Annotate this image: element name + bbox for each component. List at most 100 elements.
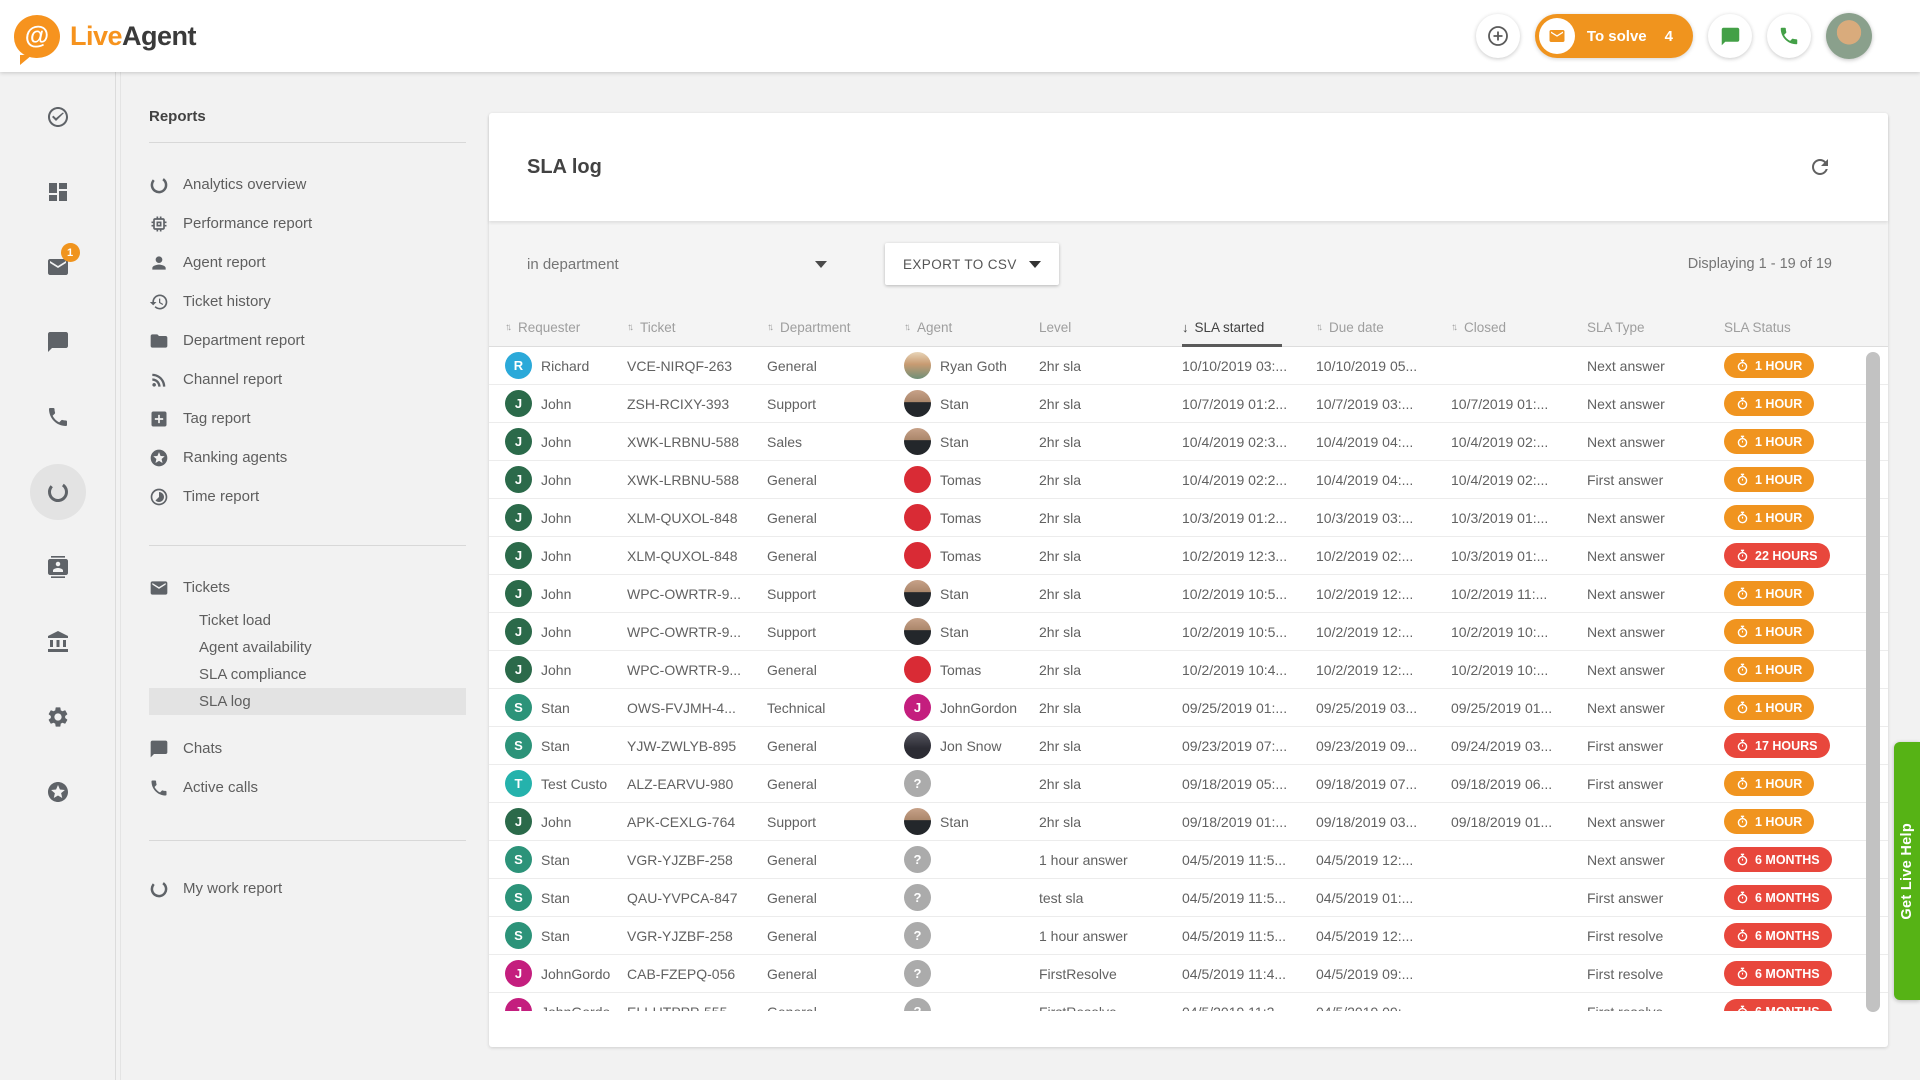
vertical-scrollbar[interactable] [1866,352,1880,1012]
table-row[interactable]: S Stan VGR-YJZBF-258 General ? 1 hour an… [489,917,1888,955]
rail-item-chats[interactable] [30,314,86,370]
sla-type-cell: Next answer [1587,358,1724,374]
sidebar-item-channel-report[interactable]: Channel report [149,360,466,399]
table-row[interactable]: J John WPC-OWRTR-9... Support Stan 2hr s… [489,575,1888,613]
department-cell: General [767,662,904,678]
table-row[interactable]: J JohnGordo ELI-UTPPP-555 General ? Firs… [489,993,1888,1011]
column-header-sla-type[interactable]: SLA Type [1587,307,1724,347]
table-row[interactable]: J John XLM-QUXOL-848 General Tomas 2hr s… [489,499,1888,537]
requester-avatar: J [505,466,532,493]
due-date-cell: 10/4/2019 04:... [1316,472,1451,488]
to-solve-label: To solve [1587,28,1647,45]
sidebar-item-time-report[interactable]: Time report [149,477,466,516]
ticket-id: YJW-ZWLYB-895 [627,738,767,754]
requester-name: John [541,814,571,830]
user-avatar[interactable] [1826,13,1872,59]
agent-name: JohnGordon [940,700,1017,716]
liveagent-logo[interactable]: @ LiveAgent [14,15,196,58]
sidebar-item-active-calls[interactable]: Active calls [149,768,466,807]
sidebar-subitem-agent-availability[interactable]: Agent availability [149,634,466,661]
rail-item-tickets[interactable]: 1 [30,239,86,295]
department-cell: General [767,928,904,944]
table-row[interactable]: J John APK-CEXLG-764 Support Stan 2hr sl… [489,803,1888,841]
rail-item-companies[interactable] [30,614,86,670]
call-button[interactable] [1767,14,1811,58]
sla-status-badge: 1 HOUR [1724,429,1814,454]
column-header-closed[interactable]: ↑↓ Closed [1451,307,1587,347]
sidebar-item-my-work-report[interactable]: My work report [149,869,466,908]
sidebar-subitem-sla-log[interactable]: SLA log [149,688,466,715]
sidebar-item-label: Tickets [183,579,230,596]
due-date-cell: 09/18/2019 03... [1316,814,1451,830]
get-live-help-tab[interactable]: Get Live Help [1894,742,1920,1000]
requester-name: John [541,624,571,640]
sidebar-item-analytics-overview[interactable]: Analytics overview [149,165,466,204]
column-header-label: Ticket [640,320,676,335]
sidebar-item-performance-report[interactable]: Performance report [149,204,466,243]
requester-avatar: J [505,542,532,569]
rail-item-settings[interactable] [30,689,86,745]
rail-item-reports[interactable] [30,464,86,520]
sidebar-subitem-label: SLA log [199,693,251,710]
table-row[interactable]: S Stan OWS-FVJMH-4... Technical J JohnGo… [489,689,1888,727]
table-row[interactable]: J John XWK-LRBNU-588 General Tomas 2hr s… [489,461,1888,499]
sidebar-item-tag-report[interactable]: Tag report [149,399,466,438]
sla-status-badge: 1 HOUR [1724,505,1814,530]
column-header-ticket[interactable]: ↑↓ Ticket [627,307,767,347]
sidebar-item-ticket-history[interactable]: Ticket history [149,282,466,321]
column-header-label: Closed [1464,320,1506,335]
sidebar-item-chats[interactable]: Chats [149,729,466,768]
table-row[interactable]: R Richard VCE-NIRQF-263 General Ryan Got… [489,347,1888,385]
table-row[interactable]: J John WPC-OWRTR-9... General Tomas 2hr … [489,651,1888,689]
agent-avatar [904,808,931,835]
to-solve-count: 4 [1665,28,1673,45]
table-row[interactable]: J John XWK-LRBNU-588 Sales Stan 2hr sla … [489,423,1888,461]
column-header-level[interactable]: Level [1039,307,1182,347]
column-header-due-date[interactable]: ↑↓ Due date [1316,307,1451,347]
department-filter-select[interactable]: in department [527,256,827,273]
table-row[interactable]: J John WPC-OWRTR-9... Support Stan 2hr s… [489,613,1888,651]
rail-item-favorites[interactable] [30,764,86,820]
table-row[interactable]: J John XLM-QUXOL-848 General Tomas 2hr s… [489,537,1888,575]
rail-item-calls[interactable] [30,389,86,445]
column-header-requester[interactable]: ↑↓ Requester [505,307,627,347]
sidebar-item-label: Ranking agents [183,449,287,466]
export-label: EXPORT TO CSV [903,257,1017,272]
table-row[interactable]: S Stan YJW-ZWLYB-895 General Jon Snow 2h… [489,727,1888,765]
sla-started-cell: 04/5/2019 11:4... [1182,966,1316,982]
column-header-sla-started[interactable]: ↓ SLA started [1182,307,1316,347]
table-row[interactable]: T Test Custo ALZ-EARVU-980 General ? 2hr… [489,765,1888,803]
table-row[interactable]: S Stan QAU-YVPCA-847 General ? test sla … [489,879,1888,917]
export-to-csv-button[interactable]: EXPORT TO CSV [885,243,1059,285]
department-cell: Sales [767,434,904,450]
due-date-cell: 10/4/2019 04:... [1316,434,1451,450]
table-row[interactable]: J John ZSH-RCIXY-393 Support Stan 2hr sl… [489,385,1888,423]
rail-item-dashboard[interactable] [30,164,86,220]
sidebar-subitem-ticket-load[interactable]: Ticket load [149,607,466,634]
to-solve-button[interactable]: To solve 4 [1535,14,1693,58]
sidebar-item-label: Active calls [183,779,258,796]
add-button[interactable] [1476,14,1520,58]
sla-status-badge: 17 HOURS [1724,733,1830,758]
sidebar-item-agent-report[interactable]: Agent report [149,243,466,282]
department-cell: Support [767,624,904,640]
chat-button[interactable] [1708,14,1752,58]
sidebar-item-ranking-agents[interactable]: Ranking agents [149,438,466,477]
sidebar-item-department-report[interactable]: Department report [149,321,466,360]
sidebar-subitem-sla-compliance[interactable]: SLA compliance [149,661,466,688]
table-row[interactable]: S Stan VGR-YJZBF-258 General ? 1 hour an… [489,841,1888,879]
agent-name: Jon Snow [940,738,1001,754]
refresh-button[interactable] [1808,155,1832,179]
due-date-cell: 10/10/2019 05... [1316,358,1451,374]
sidebar-title: Reports [149,108,466,125]
sidebar-item-tickets[interactable]: Tickets [149,568,466,607]
column-header-department[interactable]: ↑↓ Department [767,307,904,347]
rail-item-tasks[interactable] [30,89,86,145]
closed-cell: 10/4/2019 02:... [1451,472,1587,488]
column-header-sla-status[interactable]: SLA Status [1724,307,1864,347]
rail-item-contacts[interactable] [30,539,86,595]
column-header-agent[interactable]: ↑↓ Agent [904,307,1039,347]
sla-type-cell: First answer [1587,890,1724,906]
table-row[interactable]: J JohnGordo CAB-FZEPQ-056 General ? Firs… [489,955,1888,993]
sla-status-label: 1 HOUR [1755,359,1802,373]
